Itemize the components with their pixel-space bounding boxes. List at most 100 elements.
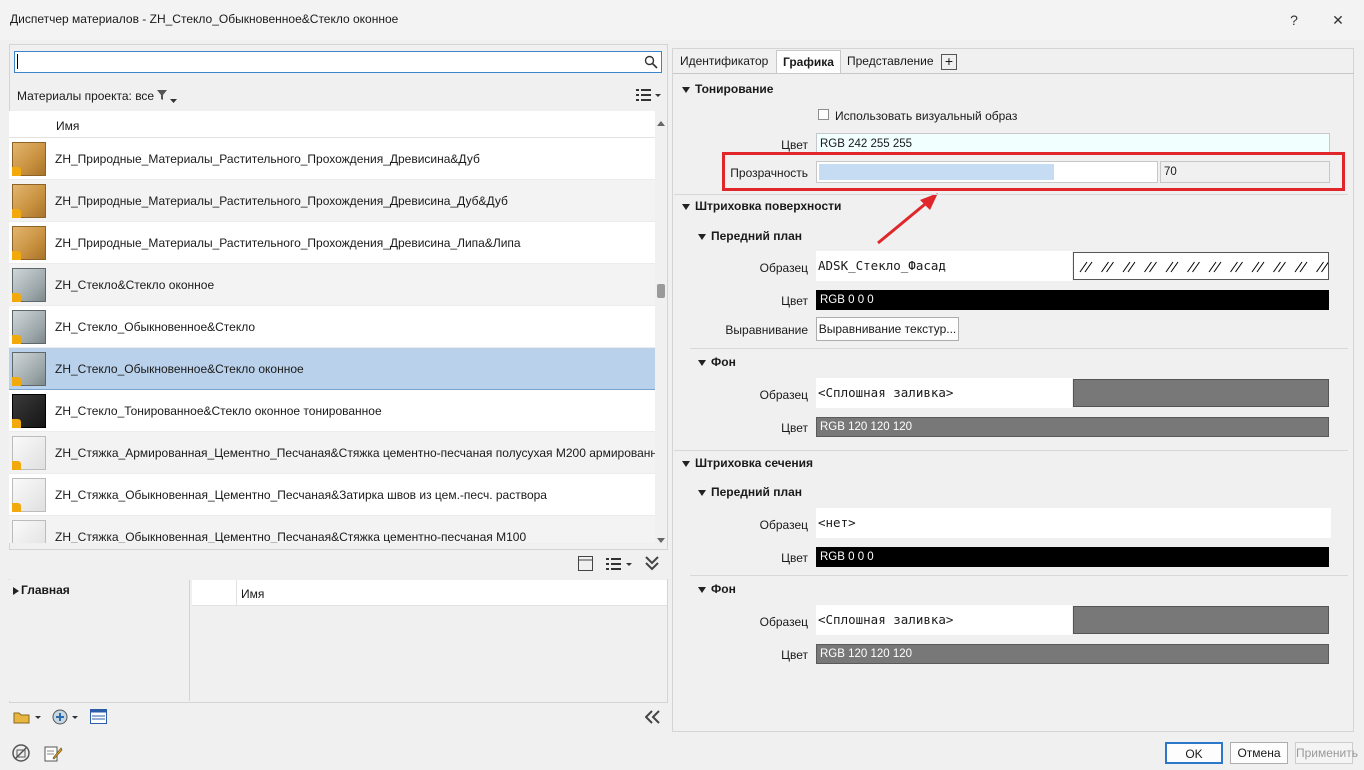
scroll-up-icon[interactable] [657, 115, 665, 129]
library-tree-item-home[interactable]: Главная [13, 583, 70, 597]
material-name: ZH_Природные_Материалы_Растительного_Про… [55, 236, 521, 250]
cut-foreground-header[interactable]: Передний план [698, 485, 802, 499]
material-name: ZH_Стекло_Обыкновенное&Стекло [55, 320, 256, 334]
asset-badge-icon [12, 251, 21, 260]
asset-badge-icon [12, 377, 21, 386]
list-item[interactable]: ZH_Стекло_Обыкновенное&Стекло [9, 306, 655, 348]
surface-foreground-header[interactable]: Передний план [698, 229, 802, 243]
separator [690, 575, 1348, 576]
cut-bg-color-field[interactable]: RGB 120 120 120 [816, 644, 1329, 664]
separator [674, 194, 1348, 195]
texture-alignment-button[interactable]: Выравнивание текстур... [816, 317, 959, 341]
library-view-options-icon[interactable] [606, 556, 634, 575]
material-thumbnail [12, 436, 46, 470]
material-name: ZH_Стяжка_Армированная_Цементно_Песчаная… [55, 446, 655, 460]
tab-graphics[interactable]: Графика [776, 50, 841, 74]
library-column-name[interactable]: Имя [241, 587, 264, 601]
list-item[interactable]: ZH_Стяжка_Обыкновенная_Цементно_Песчаная… [9, 516, 655, 543]
asset-badge-icon [12, 503, 21, 512]
tab-identity[interactable]: Идентификатор [674, 50, 774, 74]
cut-bg-color-label: Цвет [781, 648, 808, 662]
list-scrollbar[interactable] [655, 113, 667, 543]
scroll-thumb[interactable] [657, 284, 665, 298]
surface-bg-pattern-label: Образец [759, 388, 808, 402]
material-thumbnail [12, 184, 46, 218]
asset-browser-icon[interactable] [90, 709, 107, 727]
scroll-down-icon[interactable] [657, 533, 665, 547]
list-item[interactable]: ZH_Природные_Материалы_Растительного_Про… [9, 222, 655, 264]
open-library-icon[interactable] [13, 709, 43, 728]
list-item[interactable]: ZH_Стяжка_Обыкновенная_Цементно_Песчаная… [9, 474, 655, 516]
section-shading-header[interactable]: Тонирование [682, 82, 773, 96]
section-cut-pattern-header[interactable]: Штриховка сечения [682, 456, 813, 470]
surface-bg-color-field[interactable]: RGB 120 120 120 [816, 417, 1329, 437]
edit-material-icon[interactable] [43, 743, 63, 766]
library-toolbar [9, 549, 668, 579]
material-name: ZH_Стяжка_Обыкновенная_Цементно_Песчаная… [55, 530, 527, 543]
tab-divider [673, 73, 1354, 74]
material-name: ZH_Стяжка_Обыкновенная_Цементно_Песчаная… [55, 488, 547, 502]
list-item[interactable]: ZH_Природные_Материалы_Растительного_Про… [9, 138, 655, 180]
cut-bg-pattern-preview[interactable] [1073, 606, 1329, 634]
library-tree [9, 580, 190, 701]
surface-fg-pattern-preview[interactable] [1073, 252, 1329, 280]
cut-background-header[interactable]: Фон [698, 582, 736, 596]
asset-badge-icon [12, 293, 21, 302]
purge-unused-icon[interactable] [11, 743, 31, 766]
cancel-button[interactable]: Отмена [1230, 742, 1288, 764]
surface-background-header[interactable]: Фон [698, 355, 736, 369]
material-name: ZH_Стекло_Тонированное&Стекло оконное то… [55, 404, 382, 418]
material-name: ZH_Природные_Материалы_Растительного_Про… [55, 152, 480, 166]
help-button[interactable]: ? [1280, 8, 1308, 32]
tab-appearance[interactable]: Представление [841, 50, 940, 74]
cut-fg-pattern-name[interactable]: <нет> [816, 508, 1331, 538]
surface-fg-color-field[interactable]: RGB 0 0 0 [816, 290, 1329, 310]
material-thumbnail [12, 394, 46, 428]
list-item[interactable]: ZH_Стекло&Стекло оконное [9, 264, 655, 306]
section-surface-pattern-header[interactable]: Штриховка поверхности [682, 199, 841, 213]
use-render-appearance-checkbox[interactable] [818, 109, 829, 120]
use-render-appearance-label: Использовать визуальный образ [835, 109, 1018, 123]
material-thumbnail [12, 352, 46, 386]
library-panel-toggle-icon[interactable] [578, 556, 593, 574]
asset-badge-icon [12, 335, 21, 344]
cut-fg-pattern-label: Образец [759, 518, 808, 532]
annotation-arrow [877, 193, 938, 245]
surface-bg-pattern-name[interactable]: <Сплошная заливка> [816, 378, 1072, 408]
column-divider [236, 580, 237, 606]
surface-bg-color-label: Цвет [781, 421, 808, 435]
surface-fg-align-label: Выравнивание [725, 323, 808, 337]
close-button[interactable]: ✕ [1324, 8, 1352, 32]
surface-fg-pattern-name[interactable]: ADSK_Стекло_Фасад [816, 251, 1072, 281]
create-material-icon[interactable] [51, 708, 81, 729]
cut-fg-color-label: Цвет [781, 551, 808, 565]
ok-button[interactable]: OK [1165, 742, 1223, 764]
list-item[interactable]: ZH_Стекло_Тонированное&Стекло оконное то… [9, 390, 655, 432]
asset-badge-icon [12, 461, 21, 470]
material-thumbnail [12, 310, 46, 344]
cut-bg-pattern-name[interactable]: <Сплошная заливка> [816, 605, 1072, 635]
list-item[interactable]: ZH_Стекло_Обыкновенное&Стекло оконное [9, 348, 655, 390]
surface-fg-pattern-label: Образец [759, 261, 808, 275]
cut-fg-color-field[interactable]: RGB 0 0 0 [816, 547, 1329, 567]
asset-badge-icon [12, 167, 21, 176]
cut-bg-pattern-label: Образец [759, 615, 808, 629]
material-name: ZH_Стекло_Обыкновенное&Стекло оконное [55, 362, 304, 376]
surface-fg-color-label: Цвет [781, 294, 808, 308]
list-item[interactable]: ZH_Стяжка_Армированная_Цементно_Песчаная… [9, 432, 655, 474]
separator [674, 450, 1348, 451]
list-item[interactable]: ZH_Природные_Материалы_Растительного_Про… [9, 180, 655, 222]
collapse-library-icon[interactable] [645, 555, 659, 574]
material-thumbnail [12, 478, 46, 512]
material-thumbnail [12, 520, 46, 543]
separator [690, 348, 1348, 349]
collapse-panel-icon[interactable] [644, 710, 661, 727]
apply-button[interactable]: Применить [1295, 742, 1358, 764]
surface-bg-pattern-preview[interactable] [1073, 379, 1329, 407]
expand-icon[interactable] [13, 586, 19, 595]
asset-badge-icon [12, 419, 21, 428]
add-tab-button[interactable]: + [941, 54, 957, 70]
hatch-pattern-graphic [1079, 261, 1329, 273]
material-list: ZH_Природные_Материалы_Растительного_Про… [0, 0, 655, 543]
material-thumbnail [12, 268, 46, 302]
